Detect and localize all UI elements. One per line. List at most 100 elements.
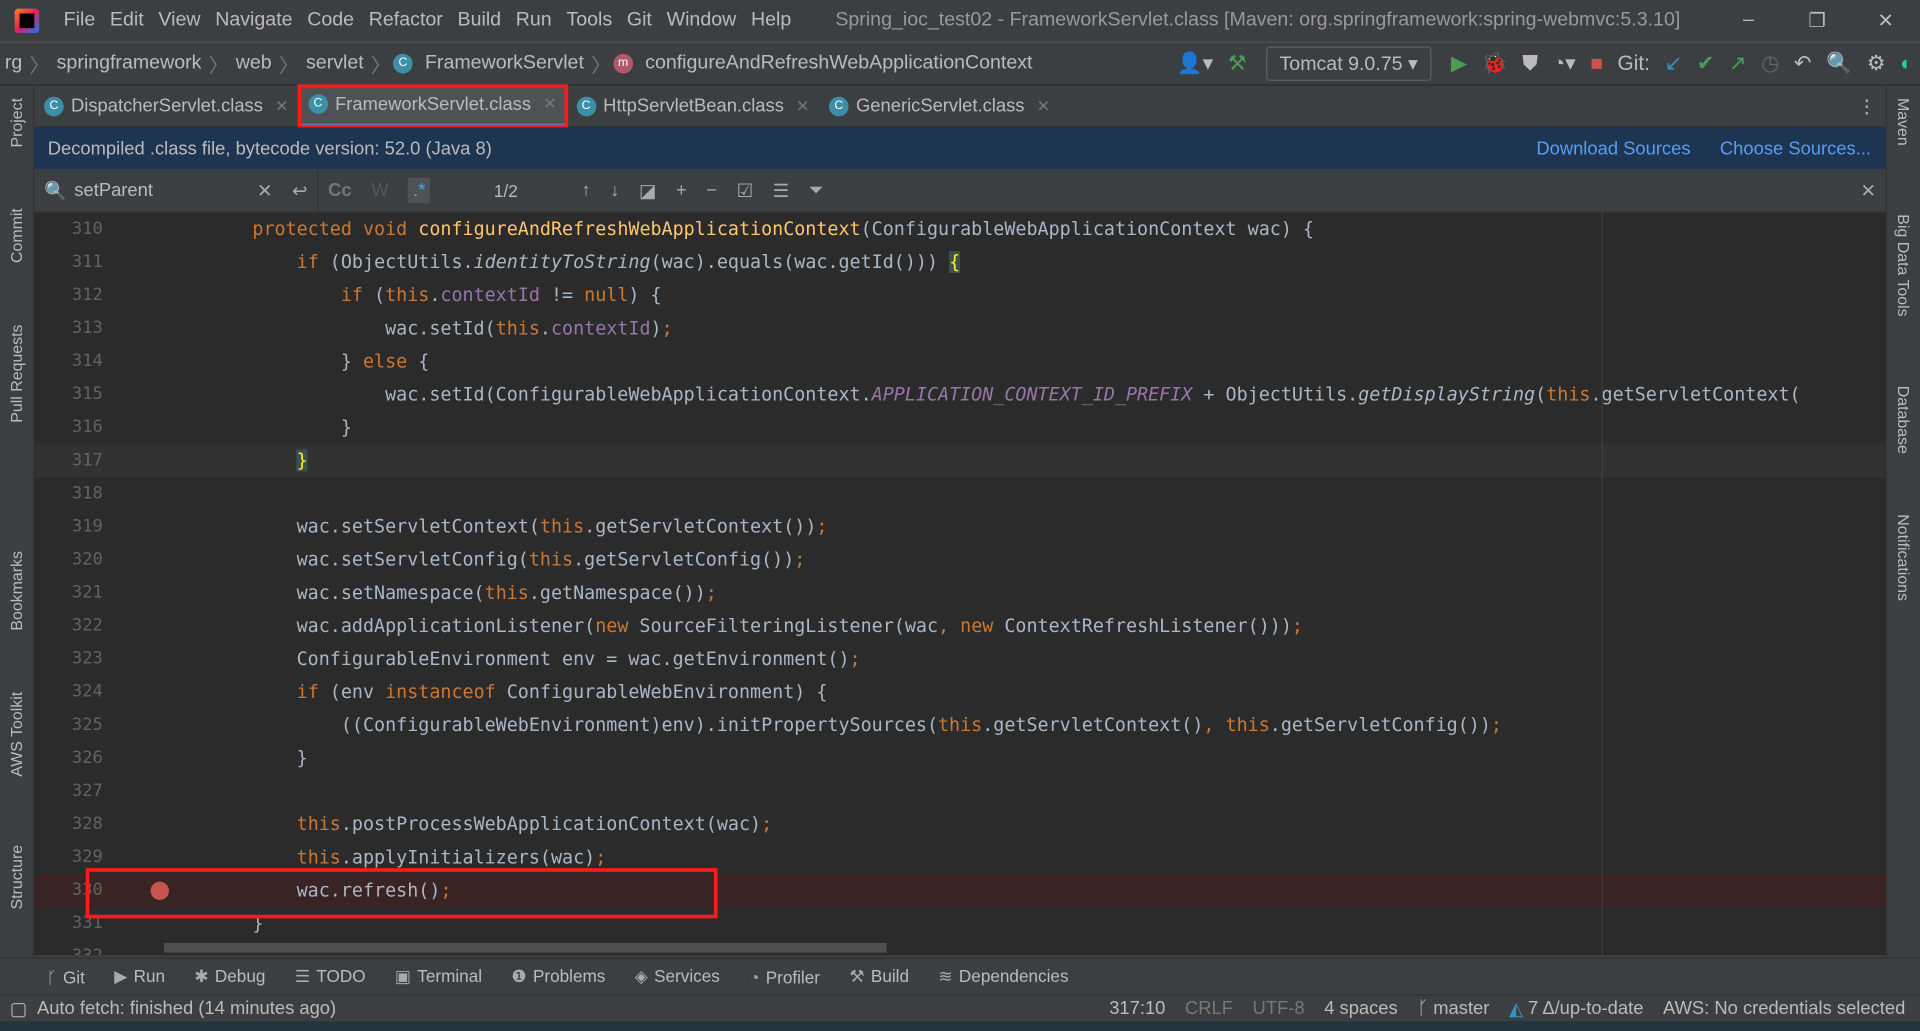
code-line[interactable]: 325 ((ConfigurableWebEnvironment)env).in… (34, 709, 1885, 742)
menu-build[interactable]: Build (458, 10, 502, 32)
tool-window-build[interactable]: ⚒ Build (849, 966, 909, 987)
tool-window-problems[interactable]: ❶ Problems (511, 966, 605, 987)
tool-bookmarks[interactable]: Bookmarks (7, 551, 25, 631)
line-separator[interactable]: CRLF (1185, 998, 1233, 1019)
gutter[interactable] (108, 643, 208, 676)
tool-aws-toolkit[interactable]: AWS Toolkit (7, 692, 25, 777)
code-line[interactable]: 314 } else { (34, 345, 1885, 378)
file-encoding[interactable]: UTF-8 (1253, 998, 1305, 1019)
gutter[interactable] (108, 544, 208, 577)
line-number[interactable]: 313 (34, 312, 107, 345)
code-line[interactable]: 326 } (34, 742, 1885, 775)
code-line[interactable]: 311 if (ObjectUtils.identityToString(wac… (34, 246, 1885, 279)
menu-window[interactable]: Window (667, 10, 737, 32)
add-selection-icon[interactable]: + (676, 180, 687, 201)
menu-code[interactable]: Code (307, 10, 354, 32)
code-line[interactable]: 312 if (this.contextId != null) { (34, 279, 1885, 312)
line-number[interactable]: 332 (34, 940, 107, 956)
download-sources-link[interactable]: Download Sources (1536, 138, 1690, 159)
line-number[interactable]: 322 (34, 610, 107, 643)
line-number[interactable]: 318 (34, 478, 107, 511)
line-number[interactable]: 326 (34, 742, 107, 775)
debug-icon[interactable]: 🐞 (1482, 51, 1508, 75)
close-tab-icon[interactable]: ✕ (1037, 96, 1050, 116)
tool-window-todo[interactable]: ☰ TODO (295, 966, 366, 987)
gutter[interactable] (108, 345, 208, 378)
status-toggle-icon[interactable]: ▢ (10, 997, 27, 1020)
code-editor[interactable]: 310 protected void configureAndRefreshWe… (34, 213, 1886, 956)
code-line[interactable]: 324 if (env instanceof ConfigurableWebEn… (34, 676, 1885, 709)
git-push-icon[interactable]: ↗ (1729, 51, 1746, 75)
close-tab-icon[interactable]: ✕ (796, 96, 809, 116)
menu-edit[interactable]: Edit (110, 10, 144, 32)
line-number[interactable]: 323 (34, 643, 107, 676)
code-line[interactable]: 318 (34, 478, 1885, 511)
profile-icon[interactable]: ◔▾ (1553, 51, 1576, 75)
tool-big-data-tools[interactable]: Big Data Tools (1894, 214, 1912, 316)
new-line-icon[interactable]: ↩ (292, 179, 307, 202)
menu-refactor[interactable]: Refactor (369, 10, 443, 32)
aws-status[interactable]: AWS: No credentials selected (1663, 998, 1905, 1019)
gutter[interactable] (108, 709, 208, 742)
close-window-button[interactable]: ✕ (1851, 9, 1920, 33)
tool-window-dependencies[interactable]: ≋ Dependencies (938, 966, 1068, 987)
more-tabs-icon[interactable]: ⋮ (1858, 95, 1876, 117)
run-configuration-select[interactable]: Tomcat 9.0.75 ▾ (1266, 46, 1432, 81)
code-line[interactable]: 317 } (34, 444, 1886, 478)
close-tab-icon[interactable]: ✕ (543, 94, 556, 114)
line-number[interactable]: 328 (34, 808, 107, 841)
words-toggle[interactable]: W (371, 180, 388, 201)
tool-structure[interactable]: Structure (7, 845, 25, 910)
tool-window-run[interactable]: ▶ Run (114, 966, 165, 987)
caret-position[interactable]: 317:10 (1109, 998, 1165, 1019)
breadcrumb-item[interactable]: FrameworkServlet (420, 53, 589, 75)
history-icon[interactable]: ◷ (1761, 51, 1779, 75)
gutter[interactable] (108, 742, 208, 775)
tab-frameworkservlet-class[interactable]: C FrameworkServlet.class ✕ (297, 83, 568, 128)
code-with-me-icon[interactable]: ◐ (1900, 51, 1913, 75)
breadcrumb-item[interactable]: configureAndRefreshWebApplicationContext (640, 53, 1037, 75)
previous-occurrence-icon[interactable]: ↑ (581, 180, 590, 201)
tab-httpservletbean-class[interactable]: C HttpServletBean.class ✕ (566, 85, 819, 127)
breadcrumb-item[interactable]: servlet (301, 53, 369, 75)
breadcrumb-item[interactable]: rg (0, 53, 27, 75)
gutter[interactable] (108, 577, 208, 610)
rollback-icon[interactable]: ↶ (1794, 51, 1811, 75)
search-icon[interactable]: 🔍 (1826, 51, 1852, 75)
gutter[interactable] (108, 676, 208, 709)
tab-genericservlet-class[interactable]: C GenericServlet.class ✕ (819, 85, 1060, 127)
tab-dispatcherservlet-class[interactable]: C DispatcherServlet.class ✕ (34, 85, 298, 127)
menu-navigate[interactable]: Navigate (215, 10, 292, 32)
filter-options-icon[interactable]: ☰ (773, 179, 789, 202)
regex-toggle[interactable]: .* (408, 177, 431, 204)
gutter[interactable] (108, 808, 208, 841)
tool-pull-requests[interactable]: Pull Requests (7, 324, 25, 422)
select-all-occurrences-icon[interactable]: ☑ (737, 179, 753, 202)
line-number[interactable]: 314 (34, 345, 107, 378)
code-line[interactable]: 316 } (34, 411, 1885, 444)
tool-project[interactable]: Project (7, 98, 25, 148)
gutter[interactable] (108, 610, 208, 643)
line-number[interactable]: 315 (34, 378, 107, 411)
next-occurrence-icon[interactable]: ↓ (610, 180, 619, 201)
code-line[interactable]: 315 wac.setId(ConfigurableWebApplication… (34, 378, 1885, 411)
code-line[interactable]: 313 wac.setId(this.contextId); (34, 312, 1885, 345)
line-number[interactable]: 312 (34, 279, 107, 312)
gutter[interactable] (108, 411, 208, 444)
line-number[interactable]: 317 (34, 444, 107, 477)
line-number[interactable]: 320 (34, 544, 107, 577)
gutter[interactable] (108, 246, 208, 279)
select-all-icon[interactable]: ◪ (639, 179, 656, 202)
tool-window-debug[interactable]: ✱ Debug (194, 966, 265, 987)
match-case-toggle[interactable]: Cc (328, 180, 351, 201)
tool-window-terminal[interactable]: ▣ Terminal (395, 966, 482, 987)
code-line[interactable]: 323 ConfigurableEnvironment env = wac.ge… (34, 643, 1885, 676)
breadcrumb-item[interactable]: web (231, 53, 277, 75)
code-line[interactable]: 327 (34, 775, 1885, 808)
gutter[interactable] (108, 511, 208, 544)
close-find-icon[interactable]: ✕ (1861, 179, 1876, 202)
tool-database[interactable]: Database (1894, 386, 1912, 454)
remove-selection-icon[interactable]: − (706, 180, 717, 201)
menu-git[interactable]: Git (627, 10, 652, 32)
tool-window-git[interactable]: ᚴ Git (47, 967, 85, 987)
